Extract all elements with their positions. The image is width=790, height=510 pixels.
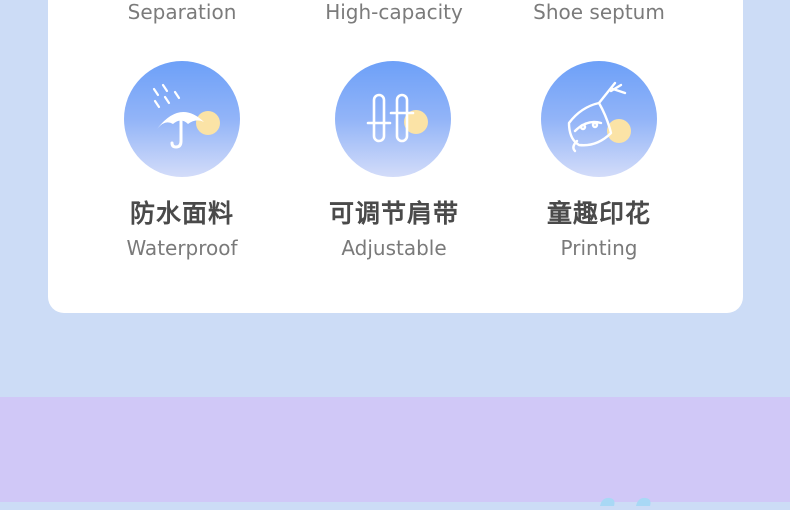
feature-title-waterproof-cn: 防水面料 — [129, 199, 234, 228]
top-label-separation: Separation — [127, 0, 237, 24]
feature-subtitle-adjustable: Adjustable — [341, 236, 447, 260]
top-label-high-capacity: High-capacity — [325, 0, 463, 24]
feature-subtitle-waterproof: Waterproof — [126, 236, 238, 260]
feature-subtitle-printing: Printing — [560, 236, 638, 260]
adjustable-strap-icon — [335, 61, 451, 177]
bottom-band — [0, 397, 790, 502]
printing-icon — [541, 61, 657, 177]
top-label-shoe-septum: Shoe septum — [533, 0, 665, 24]
umbrella-icon — [124, 61, 240, 177]
feature-title-adjustable-cn: 可调节肩带 — [328, 199, 459, 228]
feature-title-printing-cn: 童趣印花 — [546, 199, 651, 228]
decorative-ears-icon — [596, 491, 656, 506]
